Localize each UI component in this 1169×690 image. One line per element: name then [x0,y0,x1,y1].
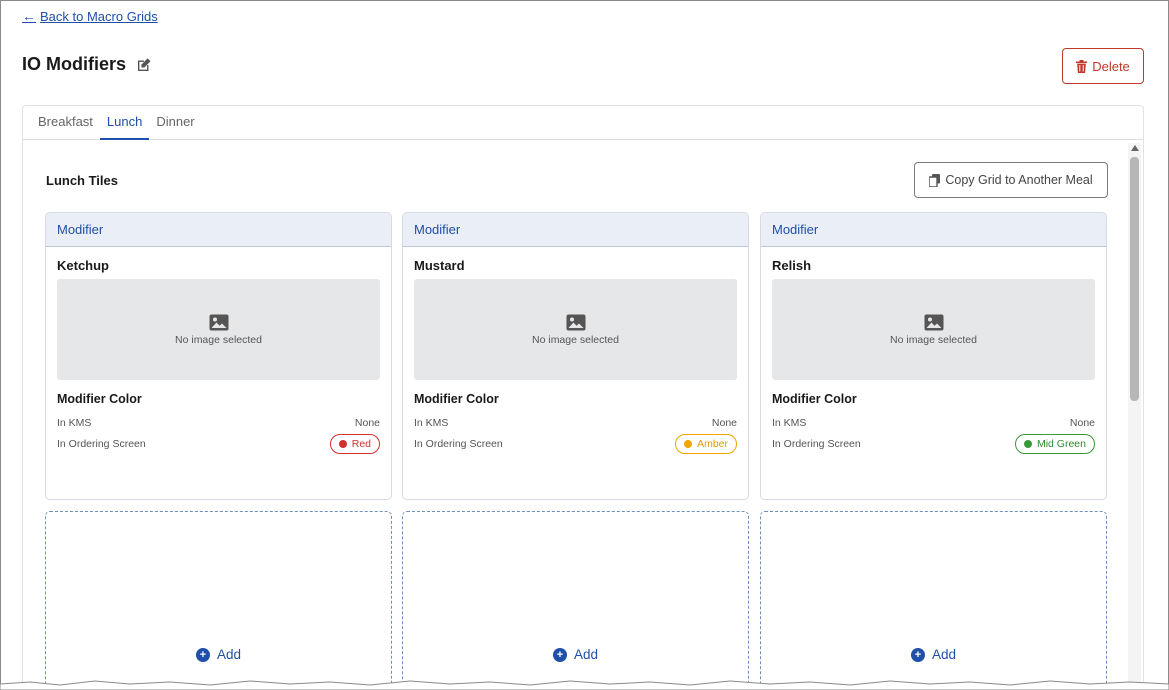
image-placeholder: No image selected [414,279,737,380]
ordering-row: In Ordering Screen Red [57,434,380,454]
tile-name: Relish [772,258,812,273]
modifier-color-title: Modifier Color [772,392,857,406]
modifier-tile-relish[interactable]: Modifier Relish No image selected Modifi… [760,212,1107,500]
ordering-color-badge: Red [329,434,380,454]
add-label: Add [931,647,957,662]
kms-value: None [354,417,380,429]
ordering-label: In Ordering Screen [57,438,146,450]
no-image-text: No image selected [890,333,977,346]
modifier-color-title: Modifier Color [414,392,499,406]
ordering-label: In Ordering Screen [772,438,861,450]
image-placeholder: No image selected [57,279,380,380]
tab-dinner[interactable]: Dinner [149,106,201,140]
ordering-label: In Ordering Screen [414,438,503,450]
kms-row: In KMS None [772,417,1095,429]
no-image-text: No image selected [175,333,262,346]
modifier-color-title: Modifier Color [57,392,142,406]
modifier-tile-ketchup[interactable]: Modifier Ketchup No image selected Modif… [45,212,392,500]
image-icon [209,314,228,330]
image-icon [566,314,585,330]
copy-grid-label: Copy Grid to Another Meal [945,173,1093,187]
color-dot-icon [684,440,693,448]
copy-icon [929,173,941,187]
delete-button[interactable]: Delete [1062,48,1144,84]
add-tile[interactable]: + Add [760,511,1107,690]
add-button[interactable]: + Add [403,647,748,662]
add-label: Add [216,647,242,662]
delete-label: Delete [1092,58,1130,74]
color-dot-icon [338,440,347,448]
back-to-macro-grids-link[interactable]: ← Back to Macro Grids [22,8,158,24]
title-row: IO Modifiers [22,54,152,75]
kms-row: In KMS None [414,417,737,429]
tile-name: Mustard [414,258,465,273]
arrow-left-icon: ← [22,8,36,24]
tile-type-label: Modifier [403,213,748,247]
section-title: Lunch Tiles [46,173,118,188]
tile-type-label: Modifier [761,213,1106,247]
tile-type-label: Modifier [46,213,391,247]
edit-icon[interactable] [136,57,152,73]
image-placeholder: No image selected [772,279,1095,380]
add-tile[interactable]: + Add [402,511,749,690]
ordering-color-value: Amber [697,438,728,450]
kms-label: In KMS [414,417,449,429]
tab-lunch[interactable]: Lunch [99,106,150,140]
plus-circle-icon: + [552,647,567,662]
kms-value: None [711,417,737,429]
scroll-up-arrow-icon[interactable] [1131,145,1139,151]
meal-panel: Breakfast Lunch Dinner Lunch Tiles Copy … [22,105,1144,690]
tile-name: Ketchup [57,258,109,273]
page-title: IO Modifiers [22,54,127,74]
add-tile[interactable]: + Add [45,511,392,690]
trash-icon [1076,59,1088,73]
ordering-color-value: Mid Green [1036,438,1086,450]
no-image-text: No image selected [532,333,619,346]
kms-value: None [1069,417,1095,429]
add-button[interactable]: + Add [46,647,391,662]
kms-label: In KMS [57,417,92,429]
add-button[interactable]: + Add [761,647,1106,662]
kms-row: In KMS None [57,417,380,429]
plus-circle-icon: + [910,647,925,662]
color-dot-icon [1023,440,1032,448]
ordering-color-badge: Amber [675,434,737,454]
copy-grid-button[interactable]: Copy Grid to Another Meal [914,162,1108,198]
scrollbar-thumb[interactable] [1130,157,1139,401]
kms-label: In KMS [772,417,807,429]
ordering-row: In Ordering Screen Mid Green [772,434,1095,454]
ordering-color-badge: Mid Green [1014,434,1095,454]
add-label: Add [573,647,599,662]
image-icon [924,314,943,330]
plus-circle-icon: + [195,647,210,662]
vertical-scrollbar[interactable] [1128,143,1141,690]
meal-tabs: Breakfast Lunch Dinner [23,106,1143,140]
modifier-tile-mustard[interactable]: Modifier Mustard No image selected Modif… [402,212,749,500]
back-link-label: Back to Macro Grids [40,8,158,24]
torn-edge [0,680,1169,690]
tab-breakfast[interactable]: Breakfast [31,106,100,140]
ordering-color-value: Red [351,438,371,450]
ordering-row: In Ordering Screen Amber [414,434,737,454]
